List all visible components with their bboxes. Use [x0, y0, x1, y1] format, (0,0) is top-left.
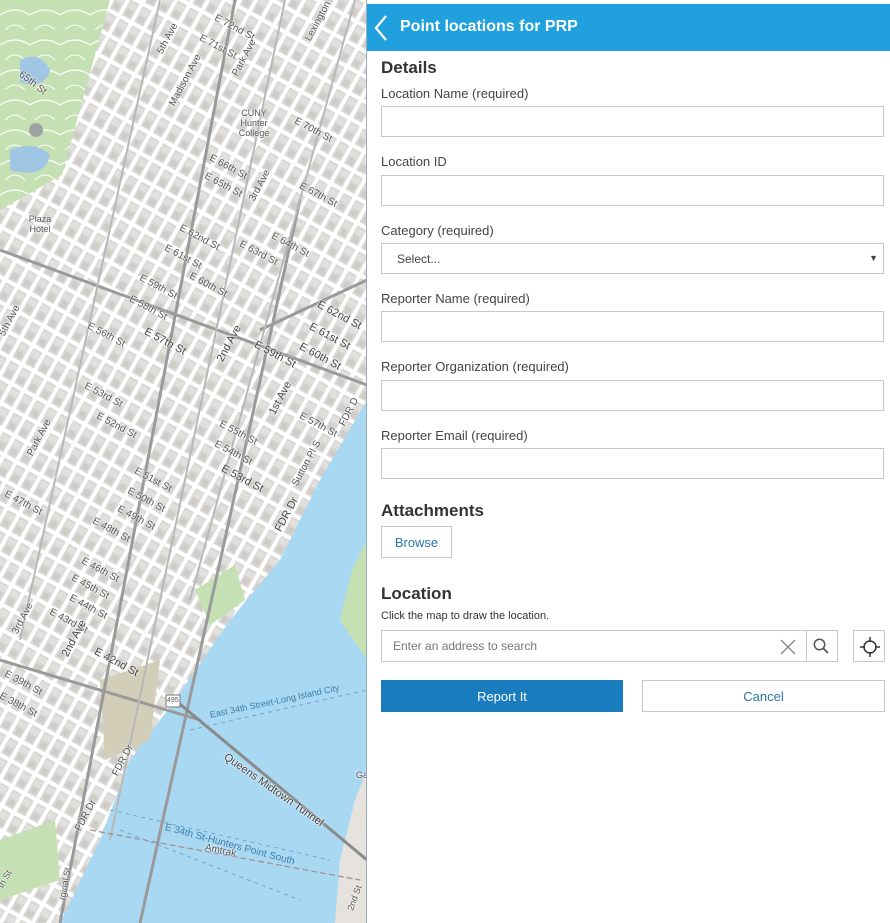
location-id-label: Location ID: [381, 154, 447, 169]
reporter-name-label: Reporter Name (required): [381, 291, 530, 306]
chevron-left-icon: [374, 15, 387, 41]
back-button[interactable]: [367, 4, 395, 51]
map-view[interactable]: 65th St E 72nd St E 71st St 5th Ave Madi…: [0, 0, 367, 923]
search-divider: [806, 631, 807, 661]
reporter-organization-input[interactable]: [381, 380, 884, 411]
category-label: Category (required): [381, 223, 494, 238]
cancel-button[interactable]: Cancel: [642, 680, 885, 712]
locate-me-button[interactable]: [853, 630, 885, 662]
reporter-organization-label: Reporter Organization (required): [381, 359, 569, 374]
category-selected-value: Select...: [397, 252, 441, 266]
category-select[interactable]: Select... ▼: [381, 243, 884, 274]
map-label-cuny-hunter: CUNY Hunter College: [238, 108, 270, 138]
address-search-input[interactable]: [382, 631, 772, 661]
details-heading: Details: [381, 58, 437, 77]
browse-button[interactable]: Browse: [381, 526, 452, 558]
location-name-input[interactable]: [381, 106, 884, 137]
crosshair-icon: [860, 637, 880, 657]
panel-header: Point locations for PRP: [367, 4, 890, 51]
reporter-email-input[interactable]: [381, 448, 884, 479]
attachments-heading: Attachments: [381, 501, 484, 520]
reporter-name-input[interactable]: [381, 311, 884, 342]
location-id-input[interactable]: [381, 175, 884, 206]
reporter-email-label: Reporter Email (required): [381, 428, 528, 443]
map-label-plaza-hotel: Plaza Hotel: [28, 214, 52, 234]
dropdown-arrow-icon: ▼: [869, 253, 878, 263]
location-help-text: Click the map to draw the location.: [381, 610, 550, 622]
address-search-box: [381, 630, 838, 662]
search-icon[interactable]: [812, 637, 830, 655]
panel-title: Point locations for PRP: [400, 18, 578, 35]
location-name-label: Location Name (required): [381, 86, 529, 101]
report-it-button[interactable]: Report It: [381, 680, 623, 712]
report-panel: Point locations for PRP Details Location…: [367, 0, 890, 923]
location-heading: Location: [381, 584, 452, 603]
route-495-shield: 495: [167, 697, 179, 704]
close-icon[interactable]: [779, 638, 797, 656]
